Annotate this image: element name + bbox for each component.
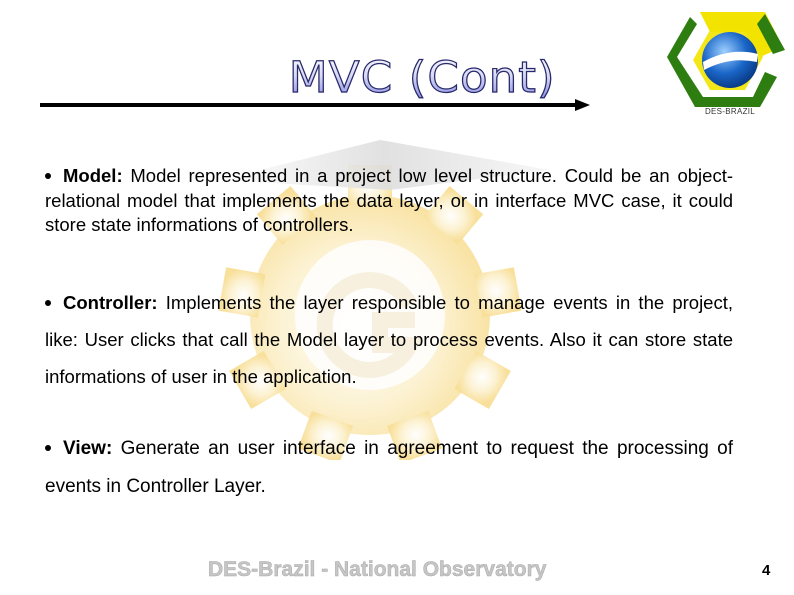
bullet-model: Model: Model represented in a project lo… bbox=[45, 164, 733, 238]
footer-text: DES-Brazil - National Observatory bbox=[208, 558, 547, 582]
bullet-dot-icon bbox=[45, 444, 51, 451]
bullet-text: Model represented in a project low level… bbox=[45, 165, 733, 235]
bullet-term: Controller: bbox=[63, 292, 158, 313]
bullet-term: Model: bbox=[63, 165, 123, 186]
slide-title: MVC (Cont) bbox=[270, 52, 575, 104]
bullet-dot-icon bbox=[45, 173, 51, 180]
title-underline-arrow bbox=[40, 99, 590, 111]
bullet-term: View: bbox=[63, 438, 113, 459]
page-number: 4 bbox=[762, 562, 771, 579]
bullet-view: View: Generate an user interface in agre… bbox=[45, 430, 733, 506]
bullet-text: Generate an user interface in agreement … bbox=[45, 438, 733, 497]
des-brazil-logo-icon bbox=[667, 12, 785, 107]
bullet-dot-icon bbox=[45, 300, 51, 307]
bullet-controller: Controller: Implements the layer respons… bbox=[45, 284, 733, 395]
logo-caption: DES-BRAZIL bbox=[704, 107, 756, 116]
